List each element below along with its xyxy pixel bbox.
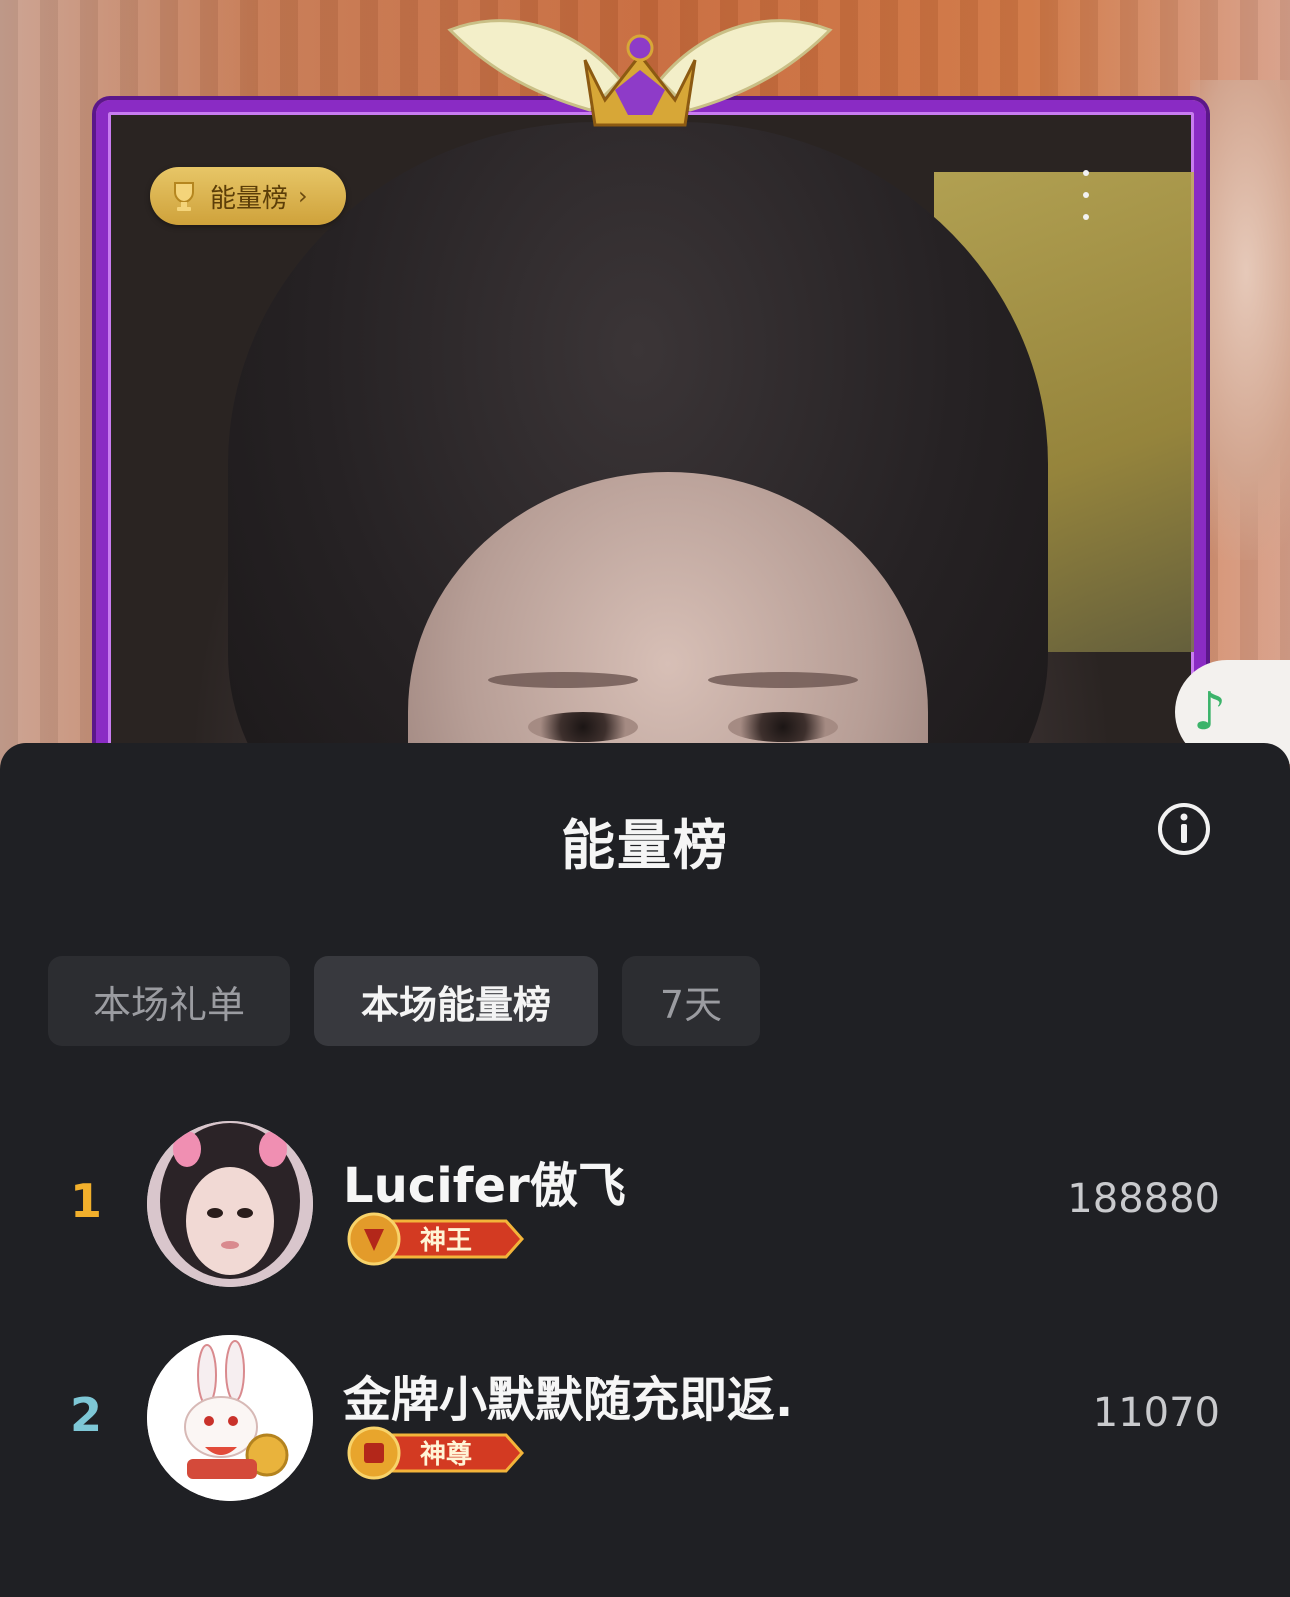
avatar[interactable] xyxy=(147,1121,313,1287)
level-badge: 神尊 xyxy=(347,1426,524,1480)
energy-rank-chip[interactable]: 能量榜 › xyxy=(150,167,346,225)
sheet-title: 能量榜 xyxy=(561,814,729,877)
rank-tabs: 本场礼单 本场能量榜 7天 xyxy=(48,956,760,1046)
user-avatar-image xyxy=(147,1335,313,1501)
info-icon[interactable] xyxy=(1156,801,1212,857)
user-name: Lucifer傲飞 xyxy=(343,1158,626,1214)
rank-row[interactable]: 1 Lucifer傲飞 神王 188880 xyxy=(0,1116,1290,1287)
streamer-brow xyxy=(708,672,858,688)
trophy-icon xyxy=(174,182,194,211)
more-vertical-icon[interactable] xyxy=(1076,170,1096,220)
rank-number: 1 xyxy=(69,1174,102,1228)
tab-seven-days[interactable]: 7天 xyxy=(622,956,760,1046)
user-name: 金牌小默默随充即返. xyxy=(343,1372,794,1428)
streamer-eye xyxy=(528,712,638,742)
rank-number: 2 xyxy=(69,1388,102,1442)
energy-chip-label: 能量榜 xyxy=(210,183,289,214)
chevron-right-icon: › xyxy=(298,182,308,210)
tab-gift-list[interactable]: 本场礼单 xyxy=(48,956,290,1046)
energy-score: 188880 xyxy=(1067,1176,1220,1222)
avatar[interactable] xyxy=(147,1335,313,1501)
live-video-stage: 能量榜 › ♪ xyxy=(0,0,1290,780)
level-badge: 神王 xyxy=(347,1212,524,1266)
streamer-eye xyxy=(728,712,838,742)
tab-energy-rank[interactable]: 本场能量榜 xyxy=(314,956,598,1046)
rank-row[interactable]: 2 金牌小默默随充即返. 神尊 11070 xyxy=(0,1330,1290,1501)
music-note-icon: ♪ xyxy=(1193,682,1227,742)
badge-label: 神尊 xyxy=(420,1439,472,1470)
energy-score: 11070 xyxy=(1092,1390,1220,1436)
winged-crown-icon xyxy=(447,19,833,127)
user-avatar-image xyxy=(147,1121,313,1287)
streamer-brow xyxy=(488,672,638,688)
energy-rank-sheet: 能量榜 本场礼单 本场能量榜 7天 1 Lucifer傲飞 神王 188880 … xyxy=(0,743,1290,1597)
badge-label: 神王 xyxy=(420,1226,472,1256)
